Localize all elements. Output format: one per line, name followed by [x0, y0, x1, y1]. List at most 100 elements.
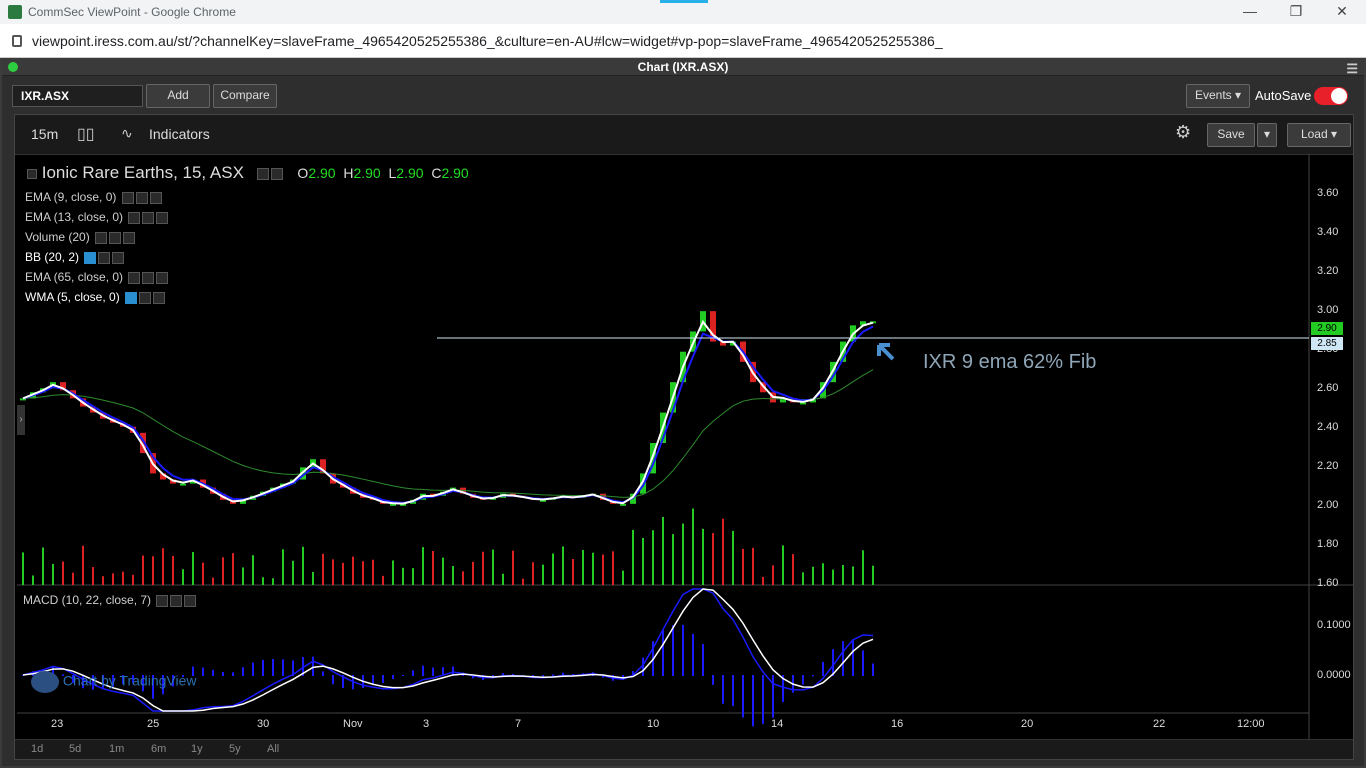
- volume-bar: [602, 554, 604, 585]
- gear-icon[interactable]: [270, 167, 283, 180]
- compare-button[interactable]: Compare: [213, 84, 277, 108]
- chart-annotation[interactable]: IXR 9 ema 62% Fib: [923, 351, 1096, 374]
- eye-icon[interactable]: [256, 167, 269, 180]
- eye-icon[interactable]: [128, 271, 141, 284]
- study-ema65[interactable]: EMA (65, close, 0): [25, 267, 469, 287]
- candle-style-icon[interactable]: ▯▯: [77, 124, 95, 144]
- eye-icon[interactable]: [84, 251, 97, 264]
- volume-bar: [212, 577, 214, 585]
- study-bb[interactable]: BB (20, 2): [25, 247, 469, 267]
- gear-icon[interactable]: [109, 231, 122, 244]
- volume-bar: [672, 534, 674, 585]
- close-icon[interactable]: [123, 231, 136, 244]
- volume-bar: [22, 552, 24, 585]
- volume-bar: [352, 556, 354, 585]
- study-volume[interactable]: Volume (20): [25, 227, 469, 247]
- events-label: Events: [1194, 88, 1232, 102]
- tradingview-watermark[interactable]: Chart by TradingView: [31, 671, 196, 693]
- eye-icon[interactable]: [128, 211, 141, 224]
- autosave-toggle[interactable]: [1314, 87, 1348, 105]
- macd-histogram-bar: [842, 641, 844, 676]
- add-button[interactable]: Add: [146, 84, 210, 108]
- save-dropdown-caret-icon[interactable]: ▾: [1257, 123, 1277, 147]
- close-icon[interactable]: [153, 291, 166, 304]
- volume-bar: [182, 569, 184, 585]
- study-label: EMA (65, close, 0): [25, 270, 124, 284]
- volume-bar: [492, 549, 494, 585]
- eye-icon[interactable]: [95, 231, 108, 244]
- window-drag-indicator: [660, 0, 708, 3]
- volume-bar: [422, 547, 424, 585]
- period-all[interactable]: All: [267, 743, 279, 755]
- chart-plot-area[interactable]: Ionic Rare Earths, 15, ASX O2.90 H2.90 L…: [17, 155, 1353, 739]
- period-5d[interactable]: 5d: [69, 743, 81, 755]
- close-icon[interactable]: [184, 594, 197, 607]
- period-1d[interactable]: 1d: [31, 743, 43, 755]
- study-ema9[interactable]: EMA (9, close, 0): [25, 187, 469, 207]
- period-1y[interactable]: 1y: [191, 743, 203, 755]
- time-axis-label: 25: [147, 718, 160, 730]
- interval-selector[interactable]: 15m: [31, 126, 58, 142]
- period-6m[interactable]: 6m: [151, 743, 166, 755]
- volume-bar: [342, 562, 344, 585]
- gear-icon[interactable]: [135, 191, 148, 204]
- volume-bar: [632, 529, 634, 585]
- save-button[interactable]: Save: [1207, 123, 1255, 147]
- study-wma5[interactable]: WMA (5, close, 0): [25, 287, 469, 307]
- load-dropdown[interactable]: Load ▾: [1287, 123, 1351, 147]
- gear-icon[interactable]: [142, 211, 155, 224]
- period-5y[interactable]: 5y: [229, 743, 241, 755]
- gear-icon[interactable]: [170, 594, 183, 607]
- close-icon[interactable]: [149, 191, 162, 204]
- indicators-icon[interactable]: ∿: [121, 125, 133, 142]
- volume-bar: [772, 565, 774, 585]
- period-1m[interactable]: 1m: [109, 743, 124, 755]
- volume-bar: [572, 559, 574, 585]
- volume-bar: [782, 545, 784, 585]
- macd-histogram-bar: [722, 675, 724, 704]
- restore-icon[interactable]: ❐: [1286, 3, 1306, 20]
- gear-icon[interactable]: [142, 271, 155, 284]
- url-text[interactable]: viewpoint.iress.com.au/st/?channelKey=sl…: [32, 33, 943, 49]
- gear-icon[interactable]: [139, 291, 152, 304]
- macd-histogram-bar: [822, 661, 824, 676]
- close-icon[interactable]: [112, 251, 125, 264]
- volume-bar: [162, 548, 164, 585]
- close-icon[interactable]: [156, 211, 169, 224]
- macd-histogram-bar: [772, 675, 774, 718]
- volume-bar: [582, 549, 584, 585]
- symbol-input[interactable]: IXR.ASX: [12, 85, 143, 107]
- volume-bar: [872, 565, 874, 585]
- macd-histogram-bar: [812, 675, 814, 677]
- study-ema13[interactable]: EMA (13, close, 0): [25, 207, 469, 227]
- macd-histogram-bar: [752, 675, 754, 727]
- volume-bar: [832, 569, 834, 585]
- volume-bar: [612, 551, 614, 585]
- caret-down-icon: ▾: [1235, 88, 1242, 102]
- minimize-icon[interactable]: —: [1240, 3, 1260, 19]
- eye-icon[interactable]: [121, 191, 134, 204]
- indicators-button[interactable]: Indicators: [149, 126, 210, 142]
- eye-icon[interactable]: [125, 291, 138, 304]
- macd-histogram-bar: [552, 674, 554, 676]
- volume-bar: [292, 560, 294, 585]
- macd-histogram-bar: [732, 675, 734, 707]
- events-dropdown[interactable]: Events ▾: [1186, 84, 1250, 108]
- settings-gear-icon[interactable]: ⚙: [1175, 122, 1191, 143]
- volume-bar: [732, 530, 734, 585]
- line-price-badge: 2.85: [1311, 337, 1343, 350]
- volume-bar: [542, 564, 544, 585]
- eye-icon[interactable]: [156, 594, 169, 607]
- volume-bar: [452, 566, 454, 585]
- close-icon[interactable]: ✕: [1332, 3, 1352, 20]
- collapse-handle-icon[interactable]: ›: [17, 405, 25, 435]
- close-icon[interactable]: [156, 271, 169, 284]
- address-bar[interactable]: viewpoint.iress.com.au/st/?channelKey=sl…: [0, 24, 1366, 58]
- ohlc-values: O2.90 H2.90 L2.90 C2.90: [297, 165, 468, 181]
- time-axis-label: Nov: [343, 718, 363, 730]
- volume-bar: [842, 565, 844, 585]
- watermark-text: Chart by TradingView: [62, 672, 197, 689]
- collapse-icon[interactable]: [27, 168, 37, 179]
- gear-icon[interactable]: [98, 251, 111, 264]
- volume-bar: [392, 560, 394, 585]
